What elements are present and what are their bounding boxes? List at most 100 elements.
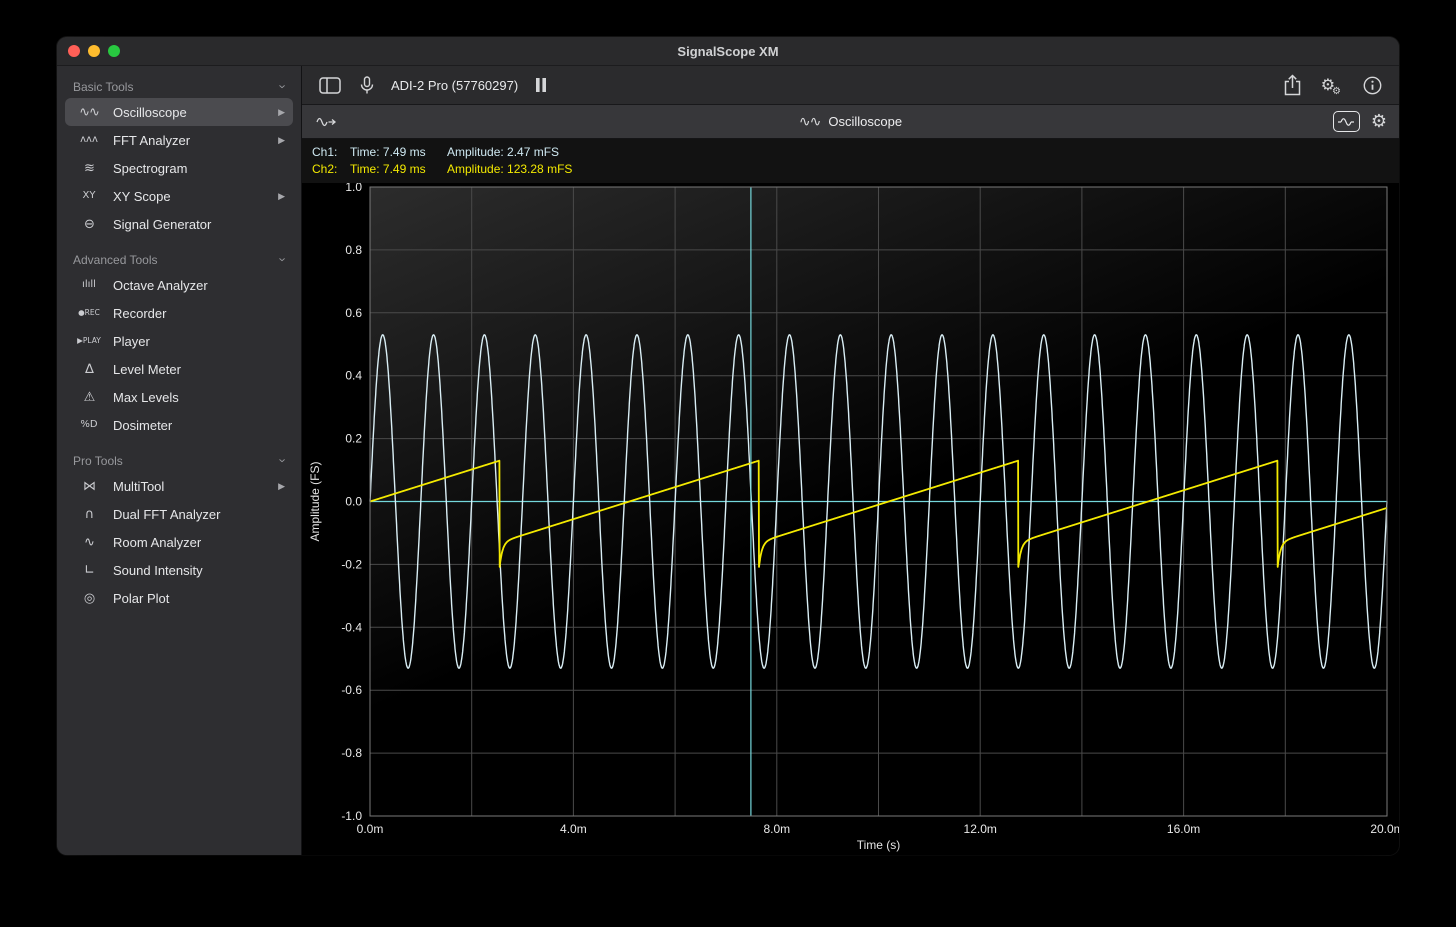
sidebar-item-label: Dosimeter [113,418,285,433]
expand-arrow-icon[interactable]: ▶ [278,135,285,146]
sidebar-item-spectrogram[interactable]: ≋ Spectrogram [65,154,293,182]
spectrogram-icon: ≋ [73,162,105,175]
section-label: Pro Tools [73,454,123,468]
sidebar-item-label: XY Scope [113,189,270,204]
tool-header: Oscilloscope [302,105,1399,139]
sidebar-item-label: Level Meter [113,362,285,377]
sidebar-item-signal-generator[interactable]: ⊖ Signal Generator [65,210,293,238]
share-button[interactable] [1281,72,1304,98]
close-button[interactable] [68,45,80,57]
info-icon [1363,76,1382,95]
ch2-readout: Ch2: Time: 7.49 ms Amplitude: 123.28 mFS [312,161,1399,178]
sidebar-item-xy-scope[interactable]: XY XY Scope ▶ [65,182,293,210]
app-window: SignalScope XM Basic Tools›∿∿Oscilloscop… [57,37,1399,855]
ch2-amplitude: Amplitude: 123.28 mFS [447,161,572,178]
svg-text:0.0m: 0.0m [357,822,384,836]
record-icon: ●REC [73,309,105,317]
sidebar-item-octave-analyzer[interactable]: ılıll Octave Analyzer [65,271,293,299]
svg-text:1.0: 1.0 [345,183,362,194]
svg-text:Amplitude (FS): Amplitude (FS) [308,461,322,541]
oscilloscope-icon: ∿∿ [73,106,105,119]
sidebar-item-room-analyzer[interactable]: ∿Room Analyzer [65,528,293,556]
sidebar-item-label: Polar Plot [113,591,285,606]
expand-arrow-icon[interactable]: ▶ [278,481,285,492]
svg-text:-0.4: -0.4 [341,620,362,634]
section-label: Basic Tools [73,80,133,94]
sidebar-toggle-icon [319,77,341,94]
microphone-icon [360,76,374,95]
multitool-icon: ⋈ [73,480,105,493]
svg-text:-0.8: -0.8 [341,746,362,760]
svg-text:Time (s): Time (s) [857,838,901,852]
processing-settings-button[interactable] [1319,75,1346,95]
sidebar-section-advanced-tools[interactable]: Advanced Tools › [65,247,293,271]
chevron-down-icon: › [275,458,290,462]
oscilloscope-chart[interactable]: 1.00.80.60.40.20.0-0.2-0.4-0.6-0.8-1.00.… [302,183,1399,855]
svg-text:4.0m: 4.0m [560,822,587,836]
sidebar-item-dual-fft-analyzer[interactable]: ∩Dual FFT Analyzer [65,500,293,528]
sidebar-item-fft-analyzer[interactable]: ʌʌʌFFT Analyzer▶ [65,126,293,154]
tool-title-group: Oscilloscope [302,113,1399,131]
ch2-label: Ch2: [312,161,350,178]
sidebar-item-oscilloscope[interactable]: ∿∿Oscilloscope▶ [65,98,293,126]
gears-icon [1321,77,1344,93]
sidebar-item-label: Octave Analyzer [113,278,285,293]
channel-settings-button[interactable] [1371,111,1387,132]
sidebar-item-player[interactable]: ▶PLAYPlayer [65,327,293,355]
sidebar-item-label: Signal Generator [113,217,285,232]
sidebar-item-level-meter[interactable]: ∆Level Meter [65,355,293,383]
polar-icon: ◎ [73,592,105,605]
xy-icon: XY [73,191,105,201]
ch2-time: Time: 7.49 ms [350,161,447,178]
info-button[interactable] [1361,74,1384,97]
sidebar-toggle-button[interactable] [317,75,343,96]
sidebar-item-label: Sound Intensity [113,563,285,578]
svg-text:12.0m: 12.0m [964,822,997,836]
sidebar-item-multitool[interactable]: ⋈ MultiTool ▶ [65,472,293,500]
sidebar-item-sound-intensity[interactable]: ∟ Sound Intensity [65,556,293,584]
chevron-down-icon: › [275,257,290,261]
pause-button[interactable] [533,76,549,94]
play-icon: ▶PLAY [73,337,105,345]
pause-icon [535,78,547,92]
tool-header-actions [1333,111,1387,132]
section-label: Advanced Tools [73,253,158,267]
room-icon: ∿ [73,536,105,549]
minimize-button[interactable] [88,45,100,57]
sidebar-item-max-levels[interactable]: ⚠ Max Levels [65,383,293,411]
input-device-button[interactable] [358,74,376,97]
svg-text:20.0m: 20.0m [1370,822,1399,836]
signal-routing-icon [316,115,337,129]
warning-icon: ⚠ [73,391,105,404]
main-toolbar: ADI-2 Pro (57760297) [302,66,1399,105]
scope-display-icon [1338,117,1354,127]
expand-arrow-icon[interactable]: ▶ [278,107,285,118]
sidebar-item-label: Max Levels [113,390,285,405]
expand-arrow-icon[interactable]: ▶ [278,191,285,202]
sidebar-item-polar-plot[interactable]: ◎ Polar Plot [65,584,293,612]
scope-display-button[interactable] [1333,111,1360,132]
svg-text:-1.0: -1.0 [341,809,362,823]
sidebar-section-basic-tools[interactable]: Basic Tools› [65,74,293,98]
intensity-icon: ∟ [73,564,105,577]
window-title: SignalScope XM [57,44,1399,59]
dosimeter-icon: %D [73,420,105,430]
sidebar-item-label: Spectrogram [113,161,285,176]
ch1-label: Ch1: [312,144,350,161]
zoom-button[interactable] [108,45,120,57]
sidebar-item-label: Recorder [113,306,285,321]
device-label[interactable]: ADI-2 Pro (57760297) [391,78,518,93]
signal-routing-button[interactable] [314,113,339,131]
ch1-time: Time: 7.49 ms [350,144,447,161]
main-panel: ADI-2 Pro (57760297) [302,66,1399,855]
svg-text:0.2: 0.2 [345,432,362,446]
sidebar-item-recorder[interactable]: ●REC Recorder [65,299,293,327]
sidebar-section-pro-tools[interactable]: Pro Tools › [65,448,293,472]
sidebar-item-label: MultiTool [113,479,270,494]
octave-bars-icon: ılıll [73,280,105,290]
sidebar-item-label: FFT Analyzer [113,133,270,148]
signal-generator-icon: ⊖ [73,218,105,231]
sidebar-item-dosimeter[interactable]: %D Dosimeter [65,411,293,439]
tool-title: Oscilloscope [828,114,902,129]
ch1-amplitude: Amplitude: 2.47 mFS [447,144,559,161]
